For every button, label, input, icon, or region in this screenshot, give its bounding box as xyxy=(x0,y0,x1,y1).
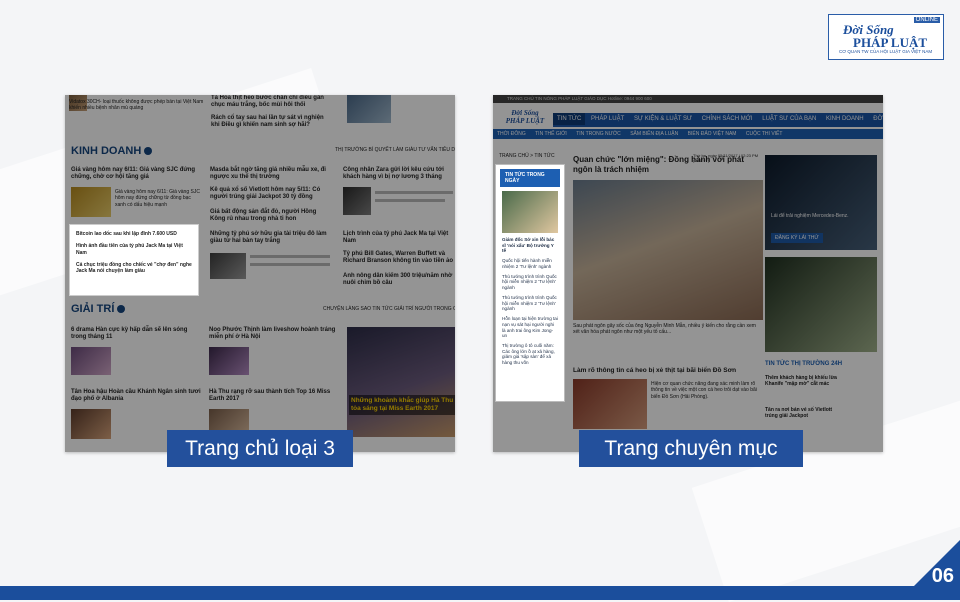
lead-image xyxy=(573,180,763,320)
chevron-right-icon xyxy=(144,147,153,156)
list-right-2[interactable]: Tỷ phú Bill Gates, Warren Buffett và Ric… xyxy=(343,251,453,265)
chevron-right-icon xyxy=(117,305,126,314)
zara-image xyxy=(343,187,371,215)
noo-image xyxy=(209,347,249,375)
second-title[interactable]: Làm rõ thông tin cá heo bị xẻ thịt tại b… xyxy=(573,367,763,375)
subnav-1[interactable]: THỜI ĐÔNG xyxy=(493,129,530,139)
highlight-item-2[interactable]: Hình ảnh đầu tiên của tỷ phú Jack Ma tại… xyxy=(76,243,192,256)
text-line xyxy=(250,263,330,266)
caption-home: Trang chủ loại 3 xyxy=(167,430,353,467)
highlight-image xyxy=(502,191,558,233)
kinh-doanh-right-lead[interactable]: Công nhân Zara gửi lời kêu cứu tới khách… xyxy=(343,167,453,181)
site-logo[interactable]: Đời Sống PHÁP LUẬT xyxy=(499,109,551,127)
market-title[interactable]: TIN TỨC THỊ TRƯỜNG 24H xyxy=(765,361,842,368)
nav-chinh-sach[interactable]: CHÍNH SÁCH MỚI xyxy=(698,113,757,125)
second-image xyxy=(573,379,647,429)
brand-logo[interactable]: ONLINE Đời Sống PHÁP LUẬT CƠ QUAN TW CỦA… xyxy=(828,14,944,60)
highlight-item-1[interactable]: Bitcoin lao dốc sau khi lập đỉnh 7.600 U… xyxy=(76,231,192,237)
kinh-doanh-lead[interactable]: Giá vàng hôm nay 6/11: Giá vàng SJC đứng… xyxy=(71,167,201,181)
kinh-doanh-mid-3[interactable]: Giá bất động sản đắt đỏ, người Hồng Kông… xyxy=(210,209,330,223)
main-nav: TIN TỨC PHÁP LUẬT SỰ KIỆN & LUẬT SƯ CHÍN… xyxy=(553,113,883,127)
category-page-screenshot: TRANG CHỦ TIN NÓNG PHÁP LUẬT GIÁO DỤC Ho… xyxy=(493,95,883,452)
kinh-doanh-tags[interactable]: THỊ TRƯỜNG BÍ QUYẾT LÀM GIÀU TƯ VẤN TIÊU… xyxy=(335,147,455,153)
top-item-1[interactable]: Tà Hoa thịt heo bước chấn chỉ điều gần c… xyxy=(211,95,331,109)
subnav-6[interactable]: CUỘC THI VIẾT xyxy=(742,129,787,139)
text-line xyxy=(250,255,330,258)
ad-text: Lái để trải nghiệm Mercedes-Benz. xyxy=(771,213,849,219)
lead-summary: Sau phát ngôn gây sốc của ông Nguyễn Min… xyxy=(573,323,756,336)
section-title-kinh-doanh[interactable]: KINH DOANH xyxy=(71,145,153,157)
text-line xyxy=(375,191,453,194)
giai-tri-item-3[interactable]: Tân Hoa hậu Hoàn cầu Khánh Ngân sinh tươ… xyxy=(71,389,201,403)
highlight-cat-3[interactable]: Thủ tướng trình trình Quốc hội miễn nhiệ… xyxy=(502,274,558,291)
feature-caption[interactable]: Những khoảnh khắc giúp Hà Thu tỏa sáng t… xyxy=(349,395,455,415)
billionaire-image xyxy=(210,253,246,279)
top-image xyxy=(347,95,391,123)
nav-doi-song[interactable]: ĐỜI SỐNG xyxy=(869,113,883,125)
nav-su-kien[interactable]: SỰ KIỆN & LUẬT SƯ xyxy=(630,113,696,125)
giai-tri-tags[interactable]: CHUYỆN LÀNG SAO TIN TỨC GIẢI TRÍ NGƯỜI T… xyxy=(323,306,455,312)
giai-tri-item-4[interactable]: Hà Thu rạng rỡ sau thành tích Top 16 Mis… xyxy=(209,389,339,403)
subnav-3[interactable]: TIN TRONG NƯỚC xyxy=(572,129,625,139)
kinh-doanh-lead-sub: Giá vàng hôm nay 6/11: Giá vàng SJC hôm … xyxy=(115,189,200,208)
nav-tin-tuc[interactable]: TIN TỨC xyxy=(553,113,586,125)
top-item-2[interactable]: Rách cổ tay sau hai lần tự sát vì nghiện… xyxy=(211,115,331,129)
drama-image xyxy=(71,347,111,375)
lead-date: Thứ ba, ngày 05/11/2017 | 02:23 PM (GMT+… xyxy=(693,153,759,163)
giai-tri-item-1[interactable]: 6 drama Hàn cực kỳ hấp dẫn sẽ lên sóng t… xyxy=(71,327,201,341)
highlight-box-home: Bitcoin lao dốc sau khi lập đỉnh 7.600 U… xyxy=(70,225,198,295)
video-player[interactable] xyxy=(765,257,877,352)
market-item-1[interactable]: Thêm khách hàng bị khiếu lừa Khanife "mậ… xyxy=(765,375,843,388)
billionaire-title[interactable]: Những tỷ phú sở hữu gia tài triệu đô làm… xyxy=(210,231,335,245)
top-left-text: Vidatox 30CH- loại thuốc không được phép… xyxy=(69,99,204,112)
site-logo-line-1: Đời Sống xyxy=(511,109,539,117)
top-bar-text: TRANG CHỦ TIN NÓNG PHÁP LUẬT GIÁO DỤC Ho… xyxy=(507,96,652,101)
highlight-item-3[interactable]: Cả chục triệu đồng cho chiếc vé "chợ đen… xyxy=(76,262,192,275)
highlight-box-category: TIN TỨC TRONG NGÀY Giám đốc Sở xin lỗi b… xyxy=(496,165,564,401)
nav-kinh-doanh[interactable]: KINH DOANH xyxy=(822,113,868,125)
breadcrumb[interactable]: TRANG CHỦ > TIN TỨC xyxy=(499,153,555,159)
ad-button[interactable]: ĐĂNG KÝ LÁI THỬ xyxy=(771,233,823,244)
nav-luat-su[interactable]: LUẬT SƯ CỦA BẠN xyxy=(758,113,820,125)
miss-earth-image xyxy=(347,327,455,437)
subnav-4[interactable]: SÂM BIÊN ĐỊA LUẬN xyxy=(626,129,682,139)
kinh-doanh-mid-2[interactable]: Kê quả xổ số Vietlott hôm nay 5/11: Có n… xyxy=(210,187,330,201)
sub-nav: THỜI ĐÔNG TIN THẾ GIỚI TIN TRONG NƯỚC SÂ… xyxy=(493,129,883,139)
subnav-2[interactable]: TIN THẾ GIỚI xyxy=(531,129,571,139)
section-kinh-doanh-label: KINH DOANH xyxy=(71,145,142,157)
section-title-giai-tri[interactable]: GIẢI TRÍ xyxy=(71,303,126,315)
text-line xyxy=(375,199,445,202)
subnav-5[interactable]: BIỂN ĐẢO VIỆT NAM xyxy=(684,129,741,139)
highlight-title[interactable]: TIN TỨC TRONG NGÀY xyxy=(500,169,560,187)
brand-online-badge: ONLINE xyxy=(913,17,940,23)
site-logo-line-2: PHÁP LUẬT xyxy=(505,117,545,125)
gold-image xyxy=(71,187,111,217)
footer-stripe xyxy=(0,586,960,600)
list-right-1[interactable]: Lịch trình của tỷ phú Jack Ma tại Việt N… xyxy=(343,231,453,245)
list-right-3[interactable]: Anh nông dân kiếm 300 triệu/năm nhờ nuôi… xyxy=(343,273,453,287)
highlight-cat-2[interactable]: Quốc hội tiến hành miễn nhiệm 2 'Tư lệnh… xyxy=(502,258,558,269)
section-giai-tri-label: GIẢI TRÍ xyxy=(71,303,115,315)
highlight-cat-6[interactable]: Thị trường ô tô cuối năm: Các ông lớn ồ … xyxy=(502,343,558,366)
brand-tagline: CƠ QUAN TW CỦA HỘI LUẬT GIA VIỆT NAM xyxy=(839,49,933,54)
highlight-cat-5[interactable]: Hỗn loạn tại hiện trường tai nạn vụ sát … xyxy=(502,316,558,339)
page-number: 06 xyxy=(931,565,954,587)
nav-phap-luat[interactable]: PHÁP LUẬT xyxy=(587,113,628,125)
second-summary: Hiện cơ quan chức năng đang xác minh làm… xyxy=(651,381,757,400)
caption-category: Trang chuyên mục xyxy=(579,430,803,467)
market-item-2[interactable]: Tân ra nơi bán vé số Vietlott trúng giải… xyxy=(765,407,843,420)
giai-tri-item-2[interactable]: Noo Phước Thịnh làm liveshow hoành tráng… xyxy=(209,327,339,341)
kinh-doanh-mid-1[interactable]: Masda bắt ngờ tăng giá nhiều mẫu xe, đi … xyxy=(210,167,330,181)
khanh-ngan-image xyxy=(71,409,111,439)
highlight-cat-1[interactable]: Giám đốc Sở xin lỗi bác sĩ 'nói xấu' Bộ … xyxy=(502,237,558,254)
highlight-cat-4[interactable]: Thủ tướng trình trình Quốc hội miễn nhiệ… xyxy=(502,295,558,312)
